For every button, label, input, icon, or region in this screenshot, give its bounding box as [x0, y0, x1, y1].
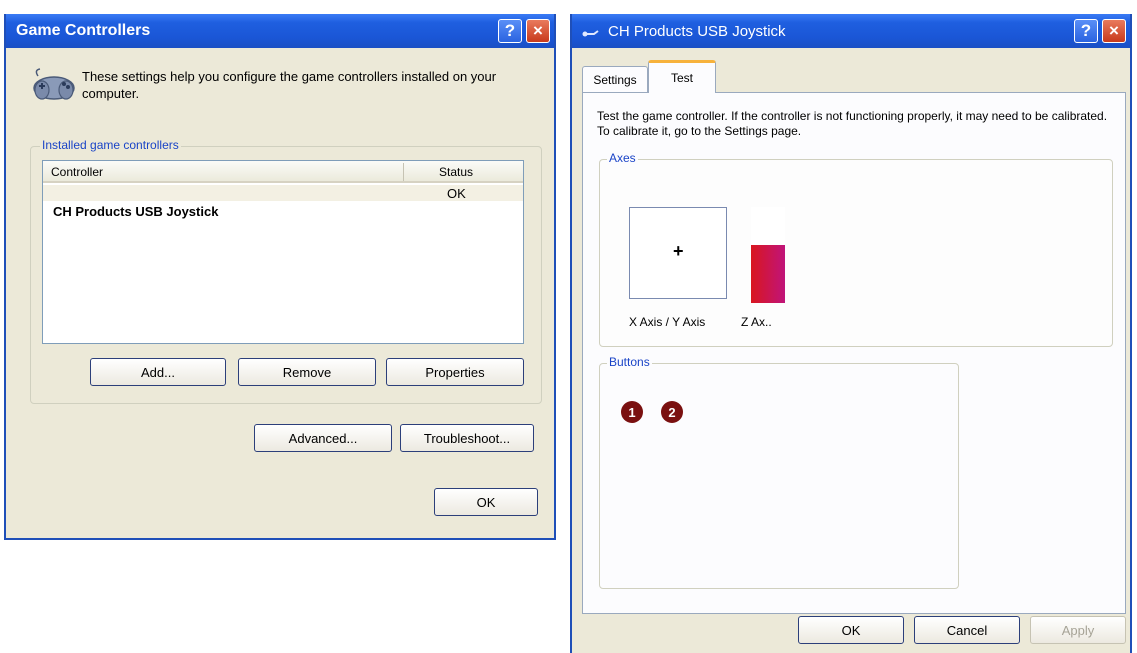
- game-controllers-title: Game Controllers: [16, 22, 151, 39]
- help-icon: ?: [504, 21, 516, 40]
- button-indicator-1: 1: [621, 401, 643, 423]
- description-text: These settings help you configure the ga…: [82, 69, 497, 101]
- tab-settings[interactable]: Settings: [582, 66, 648, 92]
- instructions-text: Test the game controller. If the control…: [597, 109, 1108, 138]
- table-row-status: OK: [447, 186, 466, 201]
- joystick-ok-button[interactable]: OK: [798, 616, 904, 644]
- troubleshoot-button-label: Troubleshoot...: [423, 430, 511, 446]
- buttons-label: Buttons: [607, 355, 652, 369]
- ok-button-label: OK: [476, 494, 496, 510]
- help-icon: ?: [1080, 21, 1092, 40]
- joystick-cancel-label: Cancel: [946, 622, 988, 638]
- joystick-help-button[interactable]: ?: [1074, 19, 1098, 43]
- joystick-ok-label: OK: [841, 622, 861, 638]
- button-indicator-2: 2: [661, 401, 683, 423]
- xy-axis-label: X Axis / Y Axis: [629, 315, 706, 329]
- tab-settings-label: Settings: [593, 72, 637, 87]
- remove-button-label: Remove: [282, 364, 332, 380]
- button-indicator-2-number: 2: [668, 404, 676, 420]
- close-icon: ×: [533, 21, 543, 40]
- z-axis-bar-fill: [751, 245, 785, 303]
- troubleshoot-button[interactable]: Troubleshoot...: [400, 424, 534, 452]
- game-controllers-titlebar[interactable]: Game Controllers ? ×: [6, 14, 554, 48]
- controllers-list[interactable]: Controller Status OK CH Products USB Joy…: [42, 160, 524, 344]
- add-button-label: Add...: [141, 364, 175, 380]
- column-header-status[interactable]: Status: [439, 165, 473, 179]
- joystick-close-button[interactable]: ×: [1102, 19, 1126, 43]
- help-button[interactable]: ?: [498, 19, 522, 43]
- column-divider: [403, 163, 404, 181]
- gamepad-icon: [30, 68, 78, 102]
- joystick-titlebar[interactable]: CH Products USB Joystick ? ×: [572, 14, 1130, 48]
- properties-button-label: Properties: [425, 364, 485, 380]
- buttons-group: [599, 363, 959, 589]
- tab-test-label: Test: [670, 71, 693, 85]
- joystick-apply-label: Apply: [1061, 622, 1095, 638]
- advanced-button-label: Advanced...: [288, 430, 358, 446]
- properties-button[interactable]: Properties: [386, 358, 524, 386]
- close-button[interactable]: ×: [526, 19, 550, 43]
- close-icon: ×: [1109, 21, 1119, 40]
- joystick-cancel-button[interactable]: Cancel: [914, 616, 1020, 644]
- list-header: Controller Status: [43, 161, 523, 183]
- ok-button[interactable]: OK: [434, 488, 538, 516]
- axes-label: Axes: [607, 151, 638, 165]
- advanced-button[interactable]: Advanced...: [254, 424, 392, 452]
- xy-axis-crosshair: +: [673, 241, 684, 261]
- add-button[interactable]: Add...: [90, 358, 226, 386]
- game-controllers-window: Game Controllers ? × These settings help…: [4, 14, 556, 540]
- button-indicator-1-number: 1: [628, 404, 636, 420]
- tab-test[interactable]: Test: [648, 60, 716, 93]
- test-tab-panel: Test the game controller. If the control…: [582, 92, 1126, 614]
- column-header-controller[interactable]: Controller: [51, 165, 103, 179]
- table-row-controller[interactable]: CH Products USB Joystick: [53, 204, 218, 219]
- z-axis-label: Z Ax..: [741, 315, 772, 329]
- joystick-title-icon: [582, 26, 600, 37]
- joystick-title: CH Products USB Joystick: [608, 22, 786, 40]
- joystick-properties-window: CH Products USB Joystick ? × Settings Te…: [570, 14, 1132, 653]
- installed-controllers-label: Installed game controllers: [40, 138, 181, 152]
- joystick-apply-button[interactable]: Apply: [1030, 616, 1126, 644]
- remove-button[interactable]: Remove: [238, 358, 376, 386]
